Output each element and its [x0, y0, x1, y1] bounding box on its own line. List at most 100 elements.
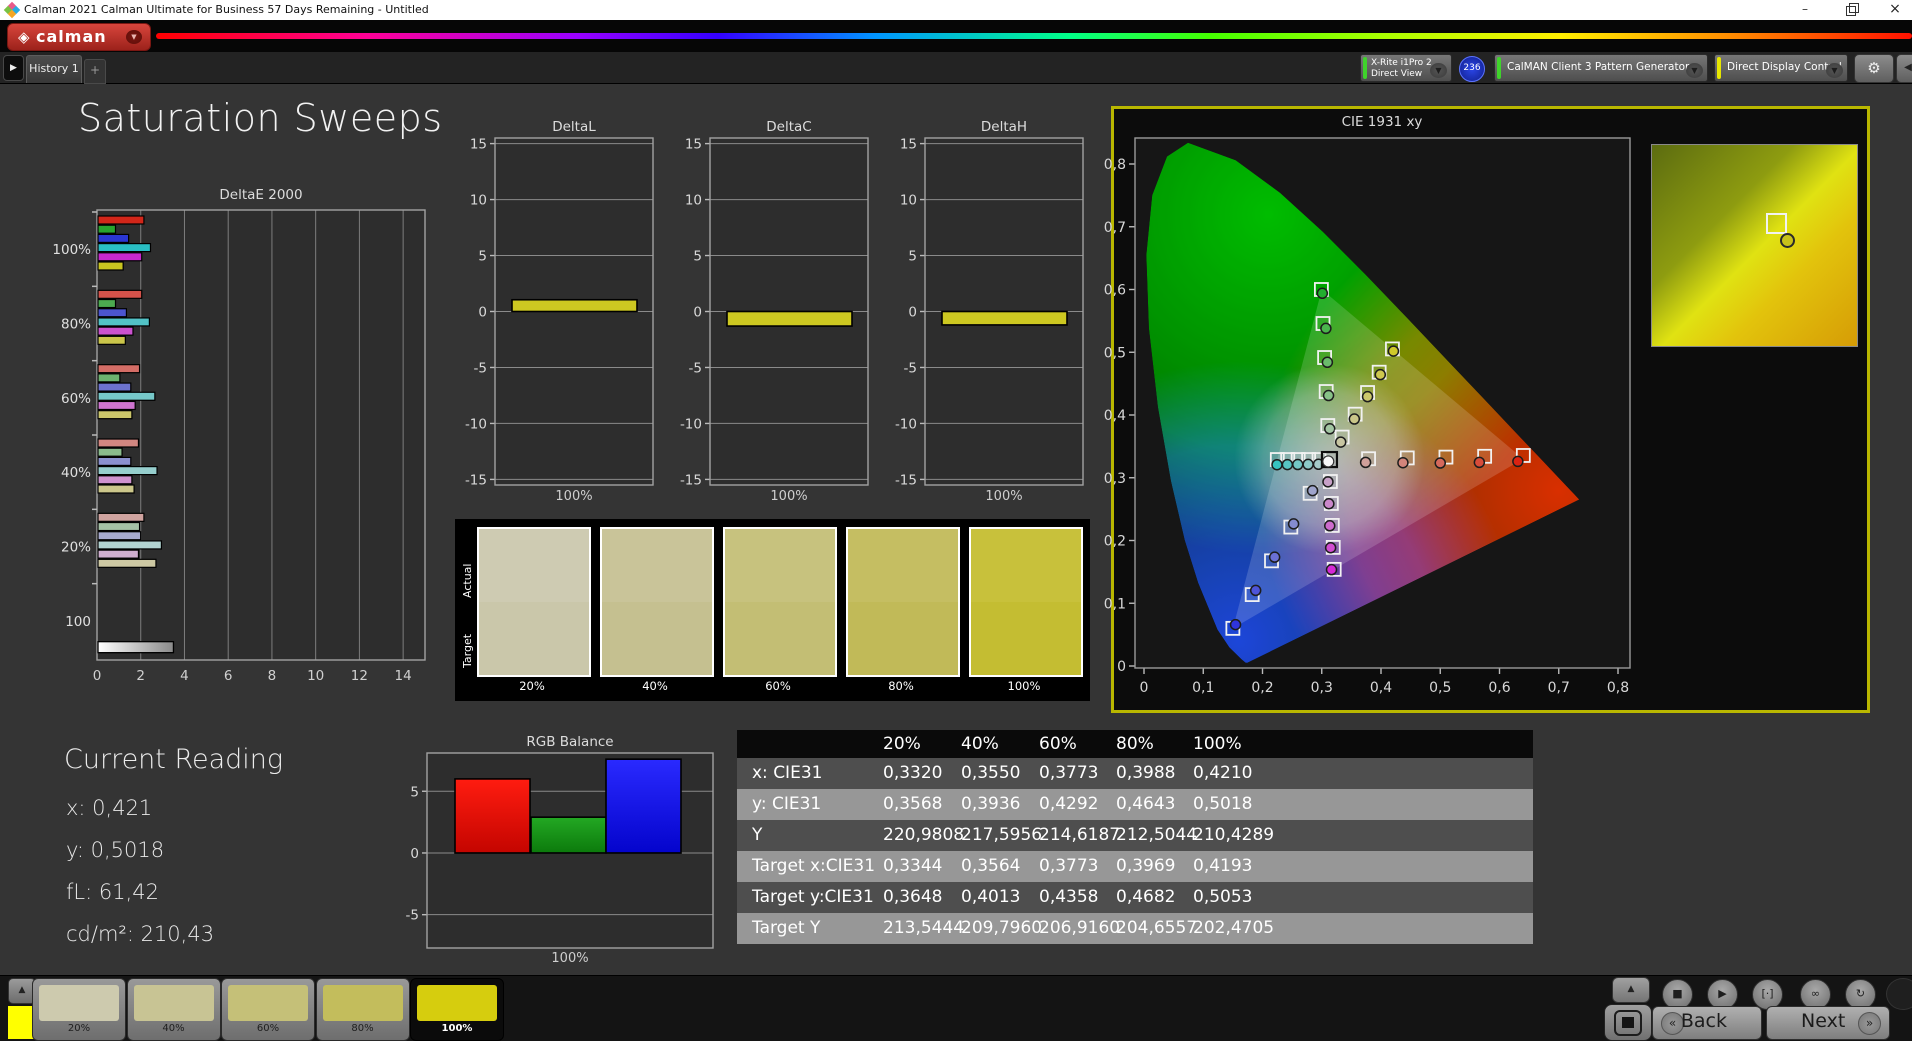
strip-swatch-20% — [477, 527, 591, 677]
stop-measurement-button[interactable] — [1604, 1004, 1652, 1041]
actual-target-swatch-strip: 20% 40% 60% 80% 100% — [455, 519, 1090, 701]
strip-label: 100% — [1007, 679, 1041, 693]
svg-text:-5: -5 — [406, 908, 419, 924]
meter-position-indicator — [1886, 978, 1912, 1010]
meter-status-bar — [1363, 57, 1367, 79]
close-button[interactable]: × — [1878, 0, 1912, 20]
svg-text:100%: 100% — [52, 242, 91, 258]
tab-history-1[interactable]: History 1 — [26, 55, 82, 83]
deltaH-chart: 15 10 5 0 -5 -10 -15 — [895, 137, 1084, 488]
strip-label: 60% — [765, 679, 791, 693]
table-row: y: CIE31 0,3568 0,3936 0,4292 0,4643 0,5018 — [737, 789, 1533, 820]
restore-button[interactable] — [1833, 0, 1867, 20]
tab-scroll-button[interactable]: ▶ — [3, 55, 24, 81]
svg-text:6: 6 — [224, 668, 233, 684]
strip-swatch-80% — [846, 527, 960, 677]
svg-text:40%: 40% — [61, 465, 91, 481]
deltah-chart-title: DeltaH — [980, 119, 1028, 135]
svg-text:-15: -15 — [895, 472, 917, 488]
next-button[interactable]: » Next — [1766, 1006, 1890, 1040]
svg-text:8: 8 — [268, 668, 277, 684]
meter-dropdown[interactable]: X-Rite i1Pro 2 Direct View ▼ — [1360, 54, 1452, 82]
strip-swatch-100% — [969, 527, 1083, 677]
svg-text:5: 5 — [410, 784, 419, 800]
gear-icon[interactable]: ⚙ — [1854, 54, 1894, 83]
back-button[interactable]: «Back — [1652, 1006, 1762, 1040]
svg-text:60%: 60% — [61, 391, 91, 407]
calman-logo-text: calman — [36, 27, 107, 46]
current-reading-y: y: 0,5018 — [66, 838, 165, 862]
pattern-generator-name: CalMAN Client 3 Pattern Generator — [1507, 61, 1690, 73]
meter-count-badge[interactable]: 236 — [1459, 56, 1485, 82]
svg-text:-5: -5 — [474, 360, 487, 376]
page-title: Saturation Sweeps — [78, 96, 443, 140]
strip-target-label: Target — [461, 633, 474, 668]
cie-chart-title: CIE 1931 xy — [1341, 114, 1423, 130]
calman-menu-button[interactable]: ◈ calman ▼ — [7, 23, 151, 51]
measurement-table: 20% 40% 60% 80% 100% x: CIE31 0,3320 0,3550 0,37… — [737, 730, 1533, 944]
svg-text:15: 15 — [470, 137, 487, 153]
strip-swatch-40% — [600, 527, 714, 677]
meter-mode: Direct View — [1371, 69, 1423, 79]
rgb-balance-chart: 5 0 -5 — [406, 752, 714, 949]
collapse-panel-icon[interactable]: ◀ — [1896, 54, 1912, 83]
deltal-chart-title: DeltaL — [552, 119, 596, 135]
strip-swatch-60% — [723, 527, 837, 677]
rainbow-accent-bar — [156, 33, 1912, 39]
window-title: Calman 2021 Calman Ultimate for Business… — [24, 3, 429, 16]
expand-transport-panel-button[interactable]: ▲ — [1612, 977, 1650, 1003]
rgb-balance-title: RGB Balance — [526, 734, 614, 750]
svg-text:5: 5 — [908, 249, 917, 265]
app-header: ◈ calman ▼ — [0, 20, 1912, 52]
svg-text:10: 10 — [900, 193, 917, 209]
pattern-button-80%[interactable]: 80% — [315, 978, 410, 1041]
inset-measured-point — [1780, 233, 1795, 248]
add-tab-button[interactable]: + — [84, 59, 106, 84]
current-reading-cdm2: cd/m²: 210,43 — [66, 922, 215, 946]
chevron-down-icon: ▼ — [126, 30, 142, 44]
window-titlebar: Calman 2021 Calman Ultimate for Business… — [0, 0, 1912, 20]
rgb-bar-blue — [605, 758, 682, 854]
strip-actual-label: Actual — [461, 563, 474, 598]
table-row: Target x:CIE31 0,3344 0,3564 0,3773 0,3969 0,… — [737, 851, 1533, 882]
calman-diamond-icon: ◈ — [18, 28, 30, 46]
deltae-chart: 0 2 4 6 8 10 12 14 100% 80% 60% 40% 20% 100 — [52, 209, 426, 684]
svg-text:0: 0 — [693, 305, 702, 321]
current-reading-heading: Current Reading — [64, 744, 284, 775]
svg-text:0: 0 — [478, 305, 487, 321]
inset-target-square — [1766, 213, 1787, 234]
table-row: Target Y 213,5444 209,7960 206,9160 204,6557… — [737, 913, 1533, 944]
svg-text:-5: -5 — [689, 360, 702, 376]
svg-text:10: 10 — [685, 193, 702, 209]
deltac-chart-title: DeltaC — [766, 119, 812, 135]
pattern-button-40%[interactable]: 40% — [126, 978, 221, 1041]
svg-text:-15: -15 — [465, 472, 487, 488]
strip-label: 40% — [642, 679, 668, 693]
svg-text:15: 15 — [685, 137, 702, 153]
tab-toolbar-row: ▶ History 1 + X-Rite i1Pro 2 Direct View… — [0, 52, 1912, 84]
pattern-button-20%[interactable]: 20% — [32, 978, 126, 1041]
chevron-down-icon: ▼ — [1686, 63, 1703, 78]
current-reading-x: x: 0,421 — [66, 796, 153, 820]
chevron-down-icon: ▼ — [1826, 63, 1843, 78]
deltal-x-label: 100% — [555, 489, 593, 504]
table-row: x: CIE31 0,3320 0,3550 0,3773 0,3988 0,4210 — [737, 758, 1533, 789]
pattern-bar: ▲ ▲ 20% 40% 60% 80% 100% ■ ▶ [·] ∞ ↻ «Back» Next — [0, 975, 1912, 1041]
rgb-balance-x-label: 100% — [551, 951, 589, 966]
current-reading-fl: fL: 61,42 — [66, 880, 159, 904]
svg-text:-5: -5 — [904, 360, 917, 376]
deltaL-chart: 15 10 5 0 -5 -10 -15 — [465, 137, 654, 488]
svg-text:15: 15 — [900, 137, 917, 153]
pattern-button-100%[interactable]: 100% — [410, 978, 504, 1041]
display-control-dropdown[interactable]: Direct Display Control ▼ — [1714, 54, 1848, 82]
minimize-button[interactable]: – — [1788, 0, 1822, 20]
display-control-name: Direct Display Control — [1727, 61, 1842, 73]
strip-label: 80% — [888, 679, 914, 693]
svg-text:10: 10 — [470, 193, 487, 209]
pattern-button-60%[interactable]: 60% — [221, 978, 315, 1041]
pattern-generator-dropdown[interactable]: CalMAN Client 3 Pattern Generator ▼ — [1494, 54, 1708, 82]
cie-zoom-inset — [1651, 144, 1858, 347]
svg-text:12: 12 — [351, 668, 368, 684]
svg-text:5: 5 — [478, 249, 487, 265]
meter-name: X-Rite i1Pro 2 — [1371, 58, 1432, 68]
